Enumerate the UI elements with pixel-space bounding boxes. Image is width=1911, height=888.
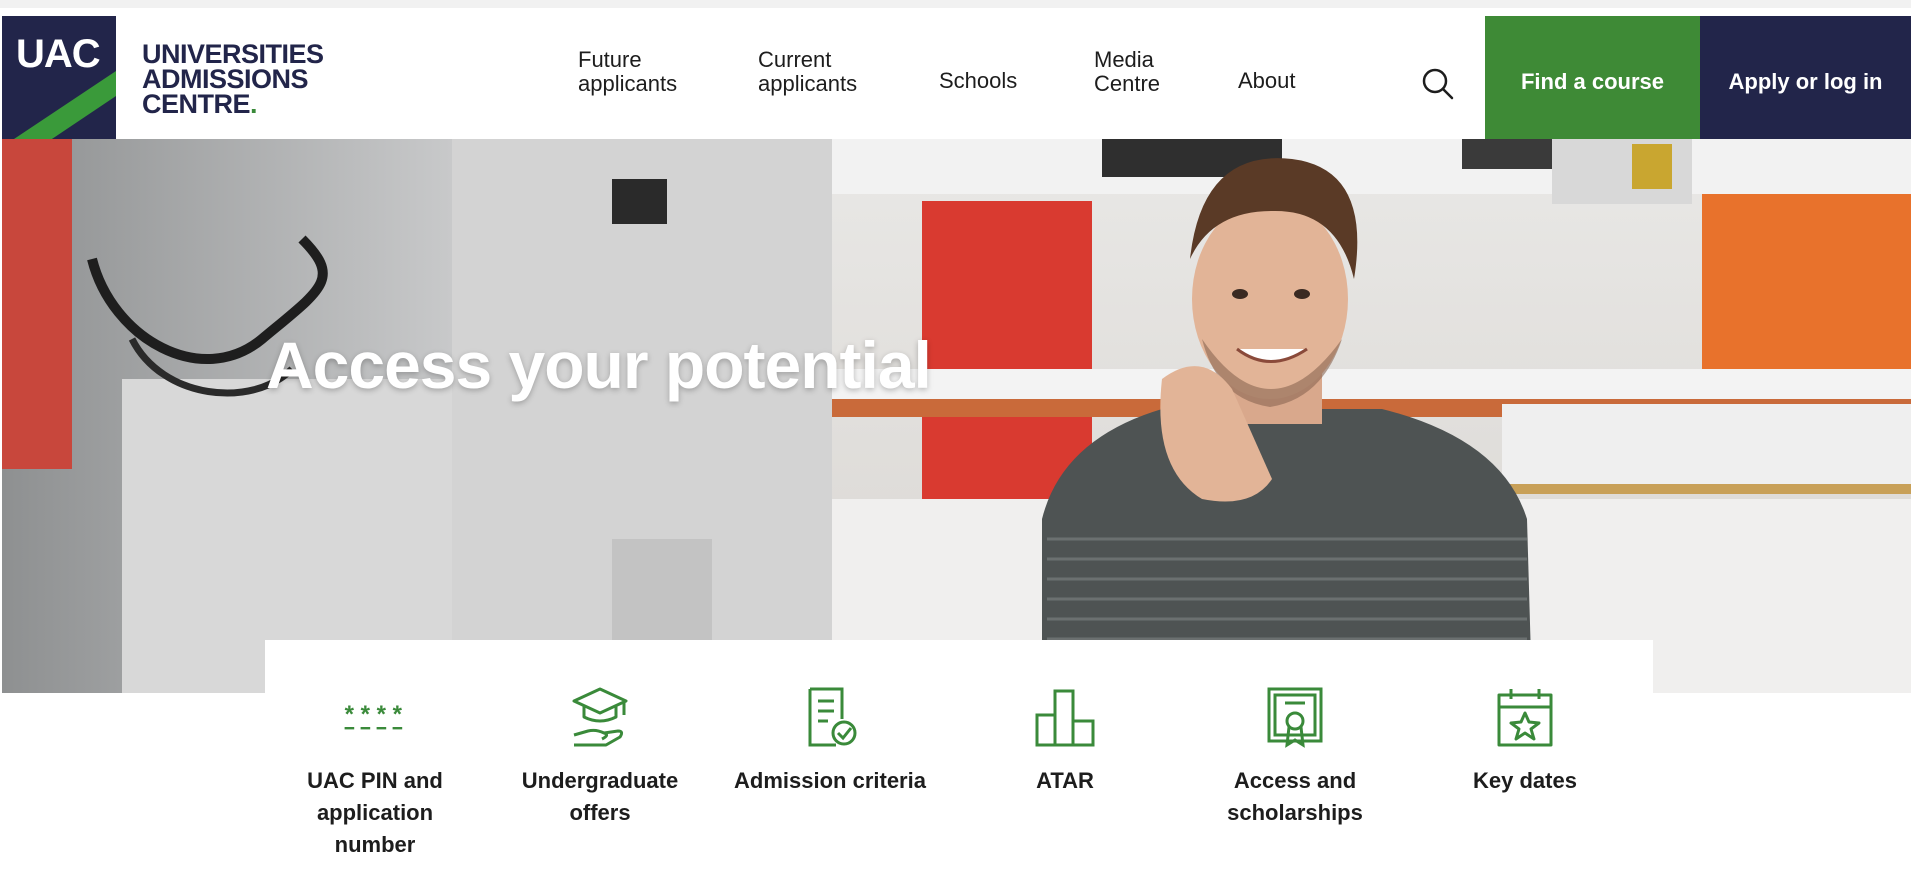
hero-title: Access your potential (266, 328, 932, 402)
find-course-button[interactable]: Find a course (1485, 16, 1700, 147)
site-header: UAC UNIVERSITIES ADMISSIONS CENTRE. Futu… (0, 0, 1911, 147)
apply-login-button[interactable]: Apply or log in (1700, 16, 1911, 147)
nav-media-centre[interactable]: Media Centre (1094, 48, 1160, 96)
search-button[interactable] (1408, 54, 1468, 114)
logo-mark-text: UAC (16, 32, 101, 76)
logo-wordmark[interactable]: UNIVERSITIES ADMISSIONS CENTRE. (142, 41, 324, 119)
bar-chart-icon (1033, 685, 1097, 749)
search-icon (1422, 68, 1454, 100)
svg-text:*: * (361, 701, 371, 728)
hero-photo (2, 139, 1911, 693)
nav-schools[interactable]: Schools (939, 69, 1017, 93)
quick-link-label: Key dates (1473, 768, 1577, 793)
quick-link-label: ATAR (1036, 768, 1094, 793)
hero-banner: Access your potential (2, 139, 1911, 693)
quick-links-card: * * * * UAC PIN and application number Unde… (265, 640, 1653, 888)
nav-about[interactable]: About (1238, 69, 1296, 93)
uac-logo[interactable]: UAC (2, 16, 116, 147)
pin-asterisks-icon: * * * * (343, 685, 407, 749)
certificate-icon (1263, 685, 1327, 749)
quick-link-label: UAC PIN and application number (307, 768, 443, 857)
graduation-cap-hand-icon (568, 685, 632, 749)
svg-text:*: * (377, 701, 387, 728)
nav-future-applicants[interactable]: Future applicants (578, 48, 677, 96)
svg-text:*: * (393, 701, 403, 728)
quick-link-label: Admission criteria (734, 768, 926, 793)
logo-line-3: CENTRE (142, 89, 251, 119)
logo-dot: . (250, 89, 258, 119)
svg-text:*: * (345, 701, 355, 728)
nav-current-applicants[interactable]: Current applicants (758, 48, 857, 96)
quick-link-label: Undergraduate offers (521, 768, 679, 825)
quick-link-label: Access and scholarships (1227, 768, 1363, 825)
document-check-icon (798, 685, 862, 749)
calendar-star-icon (1493, 685, 1557, 749)
